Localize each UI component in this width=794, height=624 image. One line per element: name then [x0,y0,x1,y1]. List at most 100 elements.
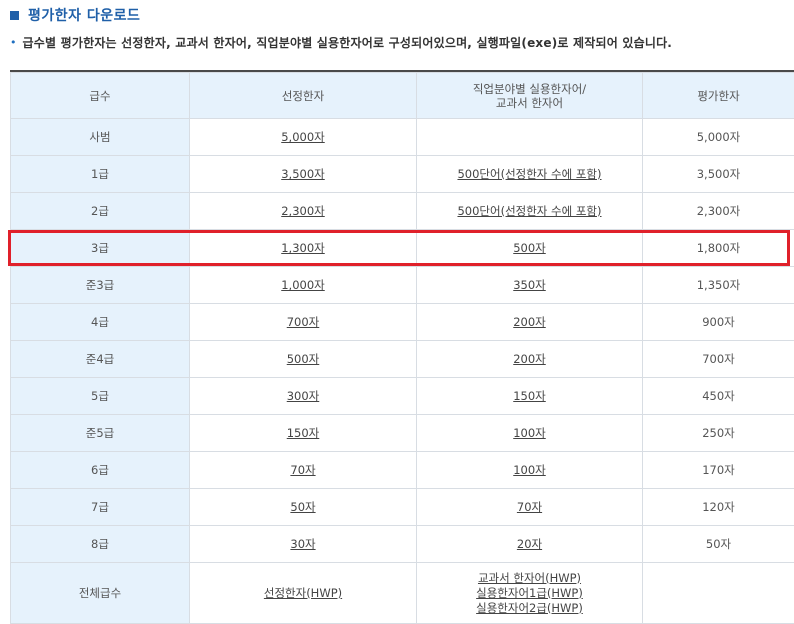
selected-hanja-link[interactable]: 30자 [290,537,315,551]
evaluation-cell: 5,000자 [642,118,794,156]
grade-cell: 2급 [10,192,190,230]
evaluation-cell: 450자 [642,377,794,415]
table-row: 준4급 500자 200자 700자 [10,340,794,378]
vocational-hanja-link[interactable]: 200자 [513,315,546,329]
selected-hanja-link[interactable]: 1,000자 [281,278,325,292]
evaluation-cell: 1,350자 [642,266,794,304]
description: • 급수별 평가한자는 선정한자, 교과서 한자어, 직업분야별 실용한자어로 … [10,34,672,51]
evaluation-cell: 250자 [642,414,794,452]
table-row: 8급 30자 20자 50자 [10,525,794,563]
selected-hanja-link[interactable]: 1,300자 [281,241,325,255]
grade-cell: 7급 [10,488,190,526]
header-vocational-line2: 교과서 한자어 [495,95,564,110]
selected-cell: 1,300자 [189,229,417,267]
vocational-hanja-link[interactable]: 500단어(선정한자 수에 포함) [457,204,601,218]
selected-hanja-link[interactable]: 700자 [287,315,320,329]
evaluation-cell: 3,500자 [642,155,794,193]
vocational-cell: 교과서 한자어(HWP) 실용한자어1급(HWP) 실용한자어2급(HWP) [416,562,643,624]
vocational-hanja-link[interactable]: 100자 [513,426,546,440]
grade-cell: 3급 [10,229,190,267]
selected-hanja-link[interactable]: 3,500자 [281,167,325,181]
practical-hanja-grade2-hwp-link[interactable]: 실용한자어2급(HWP) [418,601,642,616]
table-row: 준3급 1,000자 350자 1,350자 [10,266,794,304]
vocational-link-list: 교과서 한자어(HWP) 실용한자어1급(HWP) 실용한자어2급(HWP) [418,571,642,616]
practical-hanja-grade1-hwp-link[interactable]: 실용한자어1급(HWP) [418,586,642,601]
table-row: 4급 700자 200자 900자 [10,303,794,341]
header-evaluation: 평가한자 [642,72,794,119]
grade-cell: 4급 [10,303,190,341]
grade-cell: 준5급 [10,414,190,452]
vocational-hanja-link[interactable]: 500단어(선정한자 수에 포함) [457,167,601,181]
selected-cell: 5,000자 [189,118,417,156]
vocational-hanja-link[interactable]: 500자 [513,241,546,255]
square-icon [10,10,19,20]
total-row: 전체급수 선정한자(HWP) 교과서 한자어(HWP) 실용한자어1급(HWP) 실용한… [10,562,794,624]
header-selected: 선정한자 [189,72,417,119]
vocational-cell: 500자 [416,229,643,267]
grade-cell: 5급 [10,377,190,415]
evaluation-cell: 170자 [642,451,794,489]
selected-cell: 300자 [189,377,417,415]
grade-cell: 준4급 [10,340,190,378]
table-row: 준5급 150자 100자 250자 [10,414,794,452]
selected-hanja-link[interactable]: 300자 [287,389,320,403]
vocational-hanja-link[interactable]: 200자 [513,352,546,366]
header-vocational-line1: 직업분야별 실용한자어/ [472,81,587,96]
download-table: 급수 선정한자 직업분야별 실용한자어/ 교과서 한자어 평가한자 사범 5,00… [10,72,794,624]
selected-hanja-link[interactable]: 50자 [290,500,315,514]
table-row: 사범 5,000자 5,000자 [10,118,794,156]
table-row: 2급 2,300자 500단어(선정한자 수에 포함) 2,300자 [10,192,794,230]
selected-hanja-link[interactable]: 2,300자 [281,204,325,218]
table-row: 5급 300자 150자 450자 [10,377,794,415]
selected-hanja-link[interactable]: 500자 [287,352,320,366]
table-row: 1급 3,500자 500단어(선정한자 수에 포함) 3,500자 [10,155,794,193]
description-text: 급수별 평가한자는 선정한자, 교과서 한자어, 직업분야별 실용한자어로 구성… [22,36,673,50]
vocational-cell: 70자 [416,488,643,526]
selected-hanja-link[interactable]: 70자 [290,463,315,477]
vocational-cell: 100자 [416,451,643,489]
selected-cell: 700자 [189,303,417,341]
selected-cell: 30자 [189,525,417,563]
table-row: 6급 70자 100자 170자 [10,451,794,489]
selected-hanja-link[interactable]: 5,000자 [281,130,325,144]
header-grade: 급수 [10,72,190,119]
header-vocational: 직업분야별 실용한자어/ 교과서 한자어 [416,72,643,119]
vocational-cell: 350자 [416,266,643,304]
textbook-hanja-hwp-link[interactable]: 교과서 한자어(HWP) [418,571,642,586]
selected-cell: 500자 [189,340,417,378]
selected-cell: 50자 [189,488,417,526]
grade-cell: 8급 [10,525,190,563]
selected-hanja-hwp-link[interactable]: 선정한자(HWP) [264,586,342,600]
vocational-hanja-link[interactable]: 150자 [513,389,546,403]
vocational-hanja-link[interactable]: 70자 [517,500,542,514]
vocational-hanja-link[interactable]: 350자 [513,278,546,292]
vocational-cell: 200자 [416,340,643,378]
selected-cell: 2,300자 [189,192,417,230]
grade-cell: 1급 [10,155,190,193]
selected-hanja-link[interactable]: 150자 [287,426,320,440]
bullet-dot-icon: • [10,36,17,49]
vocational-cell: 200자 [416,303,643,341]
selected-cell: 선정한자(HWP) [189,562,417,624]
grade-cell: 전체급수 [10,562,190,624]
section-heading: 평가한자 다운로드 [10,4,140,26]
vocational-cell: 100자 [416,414,643,452]
vocational-cell [416,118,643,156]
evaluation-cell: 700자 [642,340,794,378]
vocational-cell: 20자 [416,525,643,563]
vocational-hanja-link[interactable]: 20자 [517,537,542,551]
table-row: 7급 50자 70자 120자 [10,488,794,526]
grade-cell: 준3급 [10,266,190,304]
evaluation-cell: 50자 [642,525,794,563]
selected-cell: 3,500자 [189,155,417,193]
vocational-cell: 500단어(선정한자 수에 포함) [416,155,643,193]
page-title: 평가한자 다운로드 [28,8,141,24]
grade-cell: 사범 [10,118,190,156]
table-row: 3급 1,300자 500자 1,800자 [10,229,794,267]
evaluation-cell: 1,800자 [642,229,794,267]
grade-cell: 6급 [10,451,190,489]
selected-cell: 1,000자 [189,266,417,304]
evaluation-cell: 2,300자 [642,192,794,230]
selected-cell: 150자 [189,414,417,452]
vocational-hanja-link[interactable]: 100자 [513,463,546,477]
